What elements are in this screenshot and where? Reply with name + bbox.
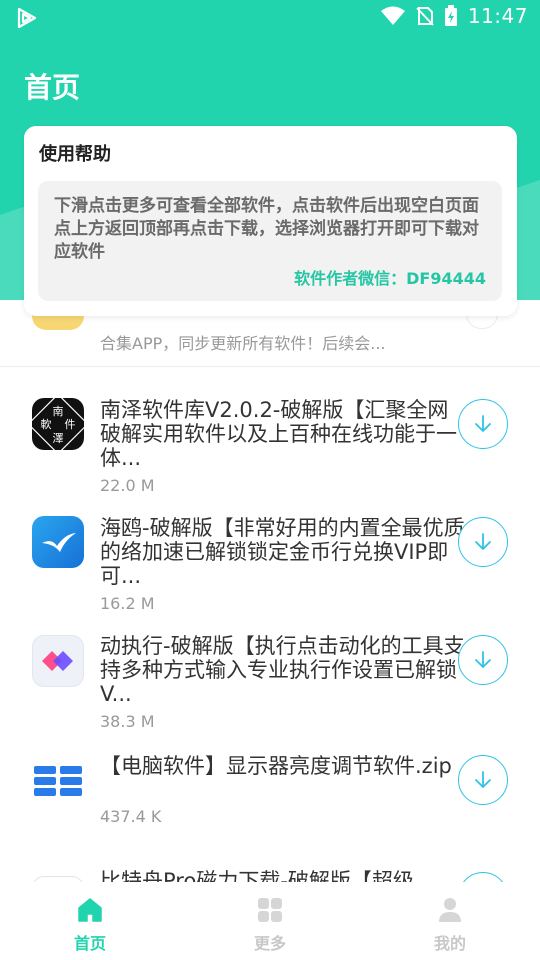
app-name: 【电脑软件】显示器亮度调节软件.zip [100,754,452,778]
help-text: 下滑点击更多可查看全部软件，点击软件后出现空白页面点上方返回顶部再点击下载，选择… [54,196,479,262]
nav-home[interactable]: 首页 [45,896,135,954]
no-sim-icon [416,7,434,26]
app-logo-icon [17,7,37,29]
download-button[interactable] [458,755,508,805]
bottom-nav: 首页 更多 我的 [0,882,540,960]
download-arrow-icon [475,533,491,550]
download-arrow-icon [475,771,491,788]
monitor-brightness-icon [32,754,84,806]
nav-more[interactable]: 更多 [225,896,315,954]
page-title: 首页 [24,71,81,104]
battery-charging-icon [444,5,457,26]
download-arrow-icon [475,651,491,668]
help-card: 使用帮助 下滑点击更多可查看全部软件，点击软件后出现空白页面点上方返回顶部再点击… [24,126,517,316]
nav-mine[interactable]: 我的 [405,896,495,954]
grid-icon [258,898,282,922]
nanze-seal-icon: 南 軟 件 澤 [32,398,84,450]
app-name: 比特舟Pro磁力下载-破解版【超级 [100,869,414,882]
app-name: 南泽软件库V2.0.2-破解版【汇聚全网破解实用软件以及上百种在线功能于一体..… [100,398,457,470]
list-item[interactable]: 比特舟Pro磁力下载-破解版【超级 [0,868,540,882]
download-button[interactable] [458,399,508,449]
help-box: 下滑点击更多可查看全部软件，点击软件后出现空白页面点上方返回顶部再点击下载，选择… [38,181,502,301]
nav-home-label: 首页 [73,934,106,953]
automation-diamond-icon [32,635,84,687]
app-name: 海鸥-破解版【非常好用的内置全最优质的络加速已解锁锁定金币行兑换VIP即可... [100,516,465,588]
app-size: 38.3 M [100,712,155,731]
app-size: 16.2 M [100,594,155,613]
svg-text:軟: 軟 [41,417,52,431]
author-wechat[interactable]: 软件作者微信：DF94444 [294,265,486,289]
divider [0,366,540,367]
download-button[interactable] [458,635,508,685]
nav-more-label: 更多 [253,934,286,953]
status-time: 11:47 [467,4,528,28]
download-button[interactable] [458,517,508,567]
svg-text:件: 件 [65,418,76,431]
help-title: 使用帮助 [39,144,111,165]
home-icon [78,898,102,922]
partial-app-desc: 合集APP，同步更新所有软件！后续会... [100,334,386,353]
app-size: 22.0 M [100,476,155,495]
app-name: 动执行-破解版【执行点击动化的工具支持多种方式输入专业执行作设置已解锁V... [100,634,465,706]
download-arrow-icon [475,415,491,432]
status-bar: 11:47 [0,0,540,38]
wifi-icon [380,6,405,25]
svg-text:南: 南 [53,405,64,418]
user-icon [439,898,461,922]
svg-text:澤: 澤 [53,432,64,445]
nav-mine-label: 我的 [433,934,466,953]
app-size: 437.4 K [100,807,162,826]
seagull-icon [32,516,84,568]
